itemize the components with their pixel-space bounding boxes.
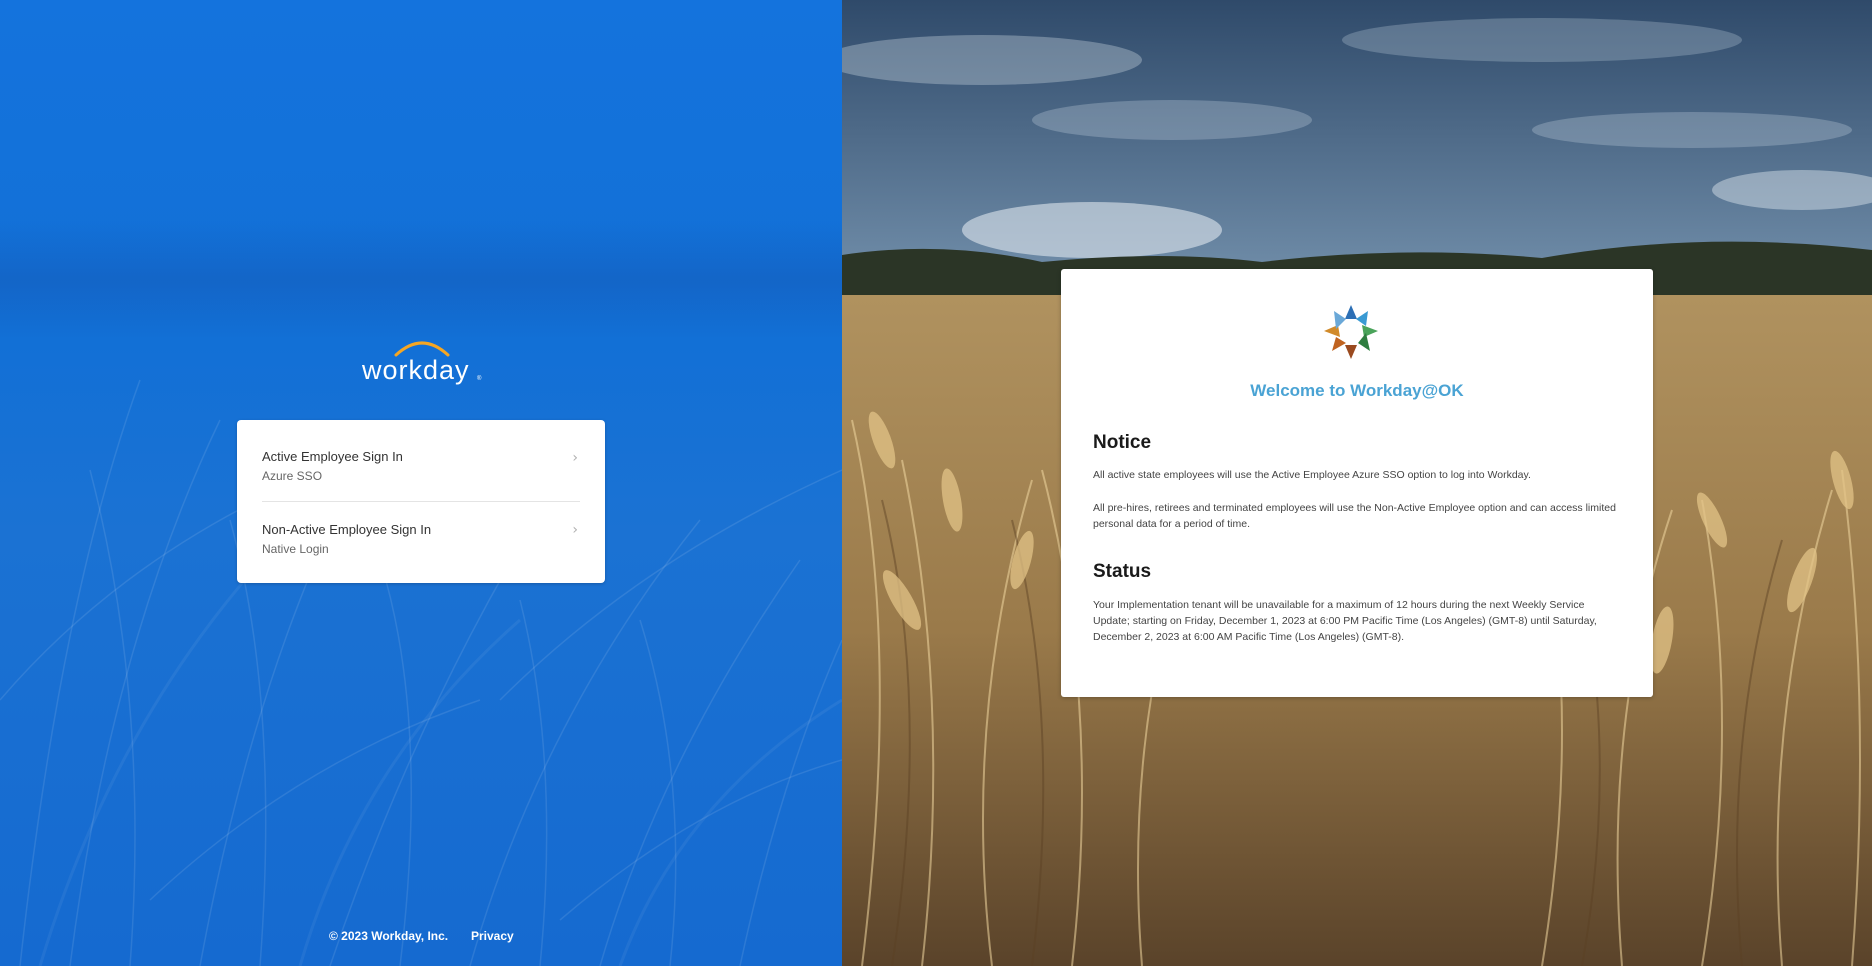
notice-paragraph-1: All active state employees will use the …: [1093, 469, 1531, 481]
status-paragraph: Your Implementation tenant will be unava…: [1093, 599, 1597, 643]
welcome-title: Welcome to Workday@OK: [1250, 381, 1464, 400]
active-employee-signin-option[interactable]: Active Employee Sign In Azure SSO ›: [237, 420, 605, 492]
copyright-text: © 2023 Workday, Inc.: [329, 929, 449, 943]
workday-logo: workday ®: [360, 335, 484, 387]
notice-card: Welcome to Workday@OK Notice All active …: [1061, 269, 1653, 697]
signin-option-title: Active Employee Sign In: [262, 449, 403, 464]
chevron-right-icon: ›: [572, 522, 578, 538]
chevron-right-icon: ›: [572, 450, 578, 466]
status-heading: Status: [1093, 561, 1152, 582]
oklahoma-star-logo: [1320, 301, 1382, 363]
signin-card: Active Employee Sign In Azure SSO › Non-…: [237, 420, 605, 583]
svg-text:®: ®: [477, 375, 482, 382]
signin-option-subtitle: Azure SSO: [262, 469, 323, 483]
privacy-link[interactable]: Privacy: [471, 929, 514, 943]
notice-heading: Notice: [1093, 432, 1152, 453]
signin-option-title: Non-Active Employee Sign In: [262, 522, 432, 537]
workday-logo-text: workday: [361, 355, 470, 385]
notice-paragraph-2: All pre-hires, retirees and terminated e…: [1093, 502, 1616, 530]
non-active-employee-signin-option[interactable]: Non-Active Employee Sign In Native Login…: [237, 492, 605, 564]
signin-option-subtitle: Native Login: [262, 542, 329, 556]
